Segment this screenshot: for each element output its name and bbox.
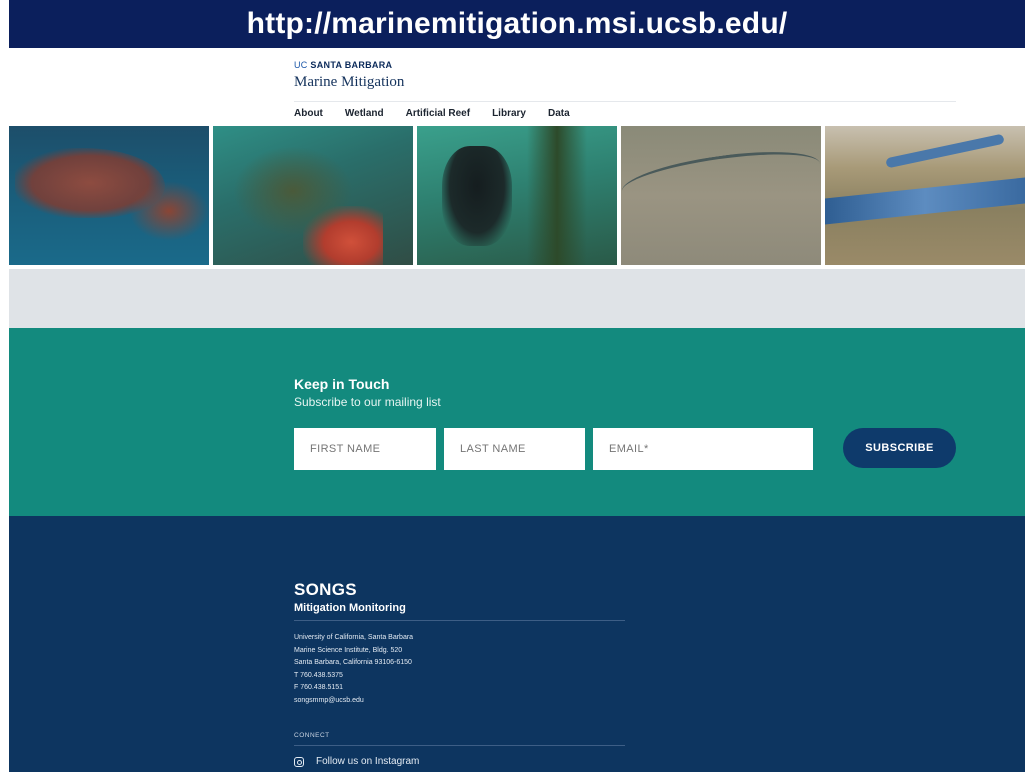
hero-photo-strip [9, 126, 1025, 265]
main-nav: About Wetland Artificial Reef Library Da… [294, 108, 592, 119]
subscribe-section: Keep in Touch Subscribe to our mailing l… [9, 328, 1025, 516]
instagram-link[interactable]: Follow us on Instagram [294, 756, 419, 767]
subscribe-button[interactable]: SUBSCRIBE [843, 428, 956, 468]
nav-item-about[interactable]: About [294, 108, 323, 119]
footer-divider [294, 620, 625, 621]
footer-address: University of California, Santa Barbara … [294, 632, 413, 707]
wetland-aerial-photo [621, 126, 821, 265]
header-divider [294, 101, 956, 102]
reef-underwater-photo [213, 126, 413, 265]
wetland-channel-photo [825, 126, 1025, 265]
diver-kelp-photo [417, 126, 617, 265]
subscribe-subtitle: Subscribe to our mailing list [294, 395, 441, 409]
brand-name: SANTA BARBARA [310, 60, 393, 70]
phone-line: T 760.438.5375 [294, 671, 343, 679]
fax-line: F 760.438.5151 [294, 684, 344, 691]
nav-item-wetland[interactable]: Wetland [345, 108, 384, 119]
url-banner: http://marinemitigation.msi.ucsb.edu/ [9, 0, 1025, 48]
instagram-icon [294, 756, 304, 767]
connect-label: CONNECT [294, 732, 330, 739]
instagram-label: Follow us on Instagram [316, 756, 420, 767]
connect-divider [294, 745, 625, 746]
gray-spacer-band [9, 265, 1025, 328]
address-line: Marine Science Institute, Bldg. 520 [294, 646, 403, 654]
email-link[interactable]: songsmmp@ucsb.edu [294, 695, 413, 708]
kelp-aerial-photo [9, 126, 209, 265]
first-name-field[interactable] [294, 428, 436, 470]
last-name-field[interactable] [444, 428, 585, 470]
nav-item-data[interactable]: Data [548, 108, 570, 119]
nav-item-artificial-reef[interactable]: Artificial Reef [406, 108, 470, 119]
nav-item-library[interactable]: Library [492, 108, 526, 119]
site-header: UC SANTA BARBARA Marine Mitigation About… [9, 48, 1025, 126]
address-line: University of California, Santa Barbara [294, 634, 414, 641]
site-footer: SONGS Mitigation Monitoring University o… [9, 516, 1025, 772]
browser-frame: http://marinemitigation.msi.ucsb.edu/ UC… [9, 0, 1025, 772]
footer-brand-subtitle: Mitigation Monitoring [294, 602, 406, 614]
footer-brand: SONGS [294, 580, 357, 599]
email-field[interactable] [593, 428, 813, 470]
subscribe-title: Keep in Touch [294, 376, 390, 392]
site-title[interactable]: Marine Mitigation [294, 74, 404, 91]
brand-uc: UC [294, 60, 308, 70]
address-line: Santa Barbara, California 93106-6150 [294, 659, 412, 666]
ucsb-wordmark[interactable]: UC SANTA BARBARA [294, 60, 392, 70]
